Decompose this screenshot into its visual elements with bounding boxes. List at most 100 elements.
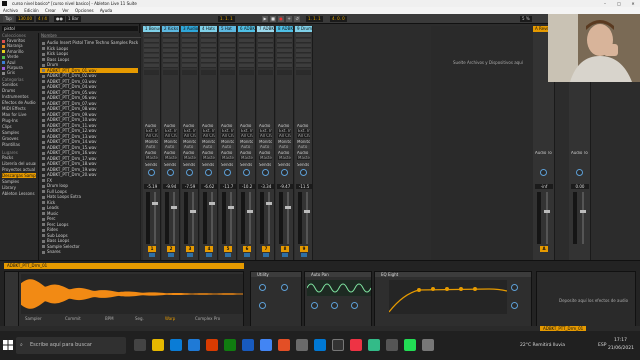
track-title[interactable]: 5 Hat: [219, 26, 237, 32]
clip-slot[interactable]: [144, 49, 160, 53]
track-title[interactable]: 4 Hats: [200, 26, 218, 32]
edge-icon[interactable]: [170, 339, 182, 351]
solo-button[interactable]: [206, 253, 212, 257]
waveform-display[interactable]: [21, 274, 243, 314]
audio-from-select[interactable]: Ext. In: [183, 129, 197, 133]
volume-fader[interactable]: [230, 192, 232, 244]
solo-button[interactable]: [263, 253, 269, 257]
clip-slot[interactable]: [277, 34, 293, 38]
loop-start-field[interactable]: 1. 1. 1: [306, 16, 323, 22]
track-activator-button[interactable]: 5: [224, 246, 232, 252]
clip-title-bar[interactable]: ADBKT_PTT_Drm_01: [4, 263, 244, 269]
category-item[interactable]: Efectos de Audio: [2, 100, 36, 105]
volume-readout[interactable]: -inf: [535, 184, 553, 189]
send-knob[interactable]: [576, 169, 583, 176]
clip-slot[interactable]: [220, 44, 236, 48]
volume-fader[interactable]: [192, 192, 194, 244]
audio-to-select[interactable]: Master: [183, 156, 197, 160]
volume-readout[interactable]: -5.19: [144, 184, 161, 189]
volume-fader[interactable]: [582, 192, 584, 244]
loop-length-field[interactable]: 4. 0. 0: [330, 16, 347, 22]
menu-ver[interactable]: Ver: [62, 8, 69, 13]
audio-to-select[interactable]: Master: [164, 156, 178, 160]
solo-button[interactable]: [187, 253, 193, 257]
clip-slot[interactable]: [296, 44, 312, 48]
name-column-header[interactable]: Nombre: [41, 33, 141, 38]
clip-slot[interactable]: [163, 49, 179, 53]
monitor-auto-button[interactable]: Auto: [278, 145, 292, 149]
width-knob[interactable]: [281, 284, 288, 291]
volume-fader[interactable]: [306, 192, 308, 244]
file-explorer-icon[interactable]: [152, 339, 164, 351]
clip-slot[interactable]: [144, 64, 160, 68]
volume-fader[interactable]: [249, 192, 251, 244]
clip-slot[interactable]: [296, 49, 312, 53]
store-icon[interactable]: [188, 339, 200, 351]
effects-drop-area[interactable]: Deposite aquí los efectos de audio: [536, 271, 636, 327]
solo-button[interactable]: [282, 253, 288, 257]
clip-slot[interactable]: [258, 54, 274, 58]
audio-to-select[interactable]: Master: [259, 156, 273, 160]
send-a-knob[interactable]: [243, 169, 250, 176]
clip-slot[interactable]: [201, 39, 217, 43]
app-icon[interactable]: [386, 339, 398, 351]
windows-start-icon[interactable]: [3, 340, 13, 350]
clip-slot[interactable]: [201, 54, 217, 58]
clip-slot[interactable]: [239, 49, 255, 53]
clip-slot[interactable]: [182, 39, 198, 43]
monitor-auto-button[interactable]: Auto: [145, 145, 159, 149]
clip-param-2[interactable]: Commit: [65, 316, 81, 321]
menu-ayuda[interactable]: Ayuda: [100, 8, 112, 13]
send-a-knob[interactable]: [167, 169, 174, 176]
clip-slot[interactable]: [201, 49, 217, 53]
clip-slot[interactable]: [258, 59, 274, 63]
gain-knob[interactable]: [259, 284, 266, 291]
volume-readout[interactable]: 0.00: [571, 184, 589, 189]
channel-select[interactable]: All Channels: [259, 134, 273, 138]
autopan-title[interactable]: Auto Pan: [305, 272, 371, 277]
app-icon[interactable]: [368, 339, 380, 351]
app-icon[interactable]: [278, 339, 290, 351]
collection-gris[interactable]: Gris: [2, 70, 36, 75]
monitor-auto-button[interactable]: Auto: [164, 145, 178, 149]
clip-slot[interactable]: [144, 54, 160, 58]
clip-slot[interactable]: [220, 34, 236, 38]
app-icon[interactable]: [296, 339, 308, 351]
channel-select[interactable]: All Channels: [164, 134, 178, 138]
place-item[interactable]: Proyectos actual: [2, 167, 36, 172]
overdub-icon[interactable]: +: [286, 16, 292, 22]
track-title[interactable]: 1 Bonus: [143, 26, 161, 32]
track-activator-button[interactable]: 2: [167, 246, 175, 252]
audio-from-select[interactable]: Ext. In: [145, 129, 159, 133]
track-activator-button[interactable]: 1: [148, 246, 156, 252]
fader-cap[interactable]: [228, 206, 234, 209]
channel-select[interactable]: All Channels: [240, 134, 254, 138]
audio-from-select[interactable]: Ext. In: [297, 129, 311, 133]
clip-stop-button[interactable]: [277, 70, 293, 75]
track-title[interactable]: 3 Audio 2: [181, 26, 199, 32]
clip-slot[interactable]: [220, 39, 236, 43]
clip-stop-button[interactable]: [182, 70, 198, 75]
category-item[interactable]: Grooves: [2, 136, 36, 141]
audio-to-select[interactable]: Master: [278, 156, 292, 160]
menu-edicion[interactable]: Edición: [24, 8, 38, 13]
fader-cap[interactable]: [304, 210, 310, 213]
volume-fader[interactable]: [211, 192, 213, 244]
solo-button[interactable]: [301, 253, 307, 257]
app-icon[interactable]: [404, 339, 416, 351]
audio-to-select[interactable]: Master: [240, 156, 254, 160]
category-item[interactable]: Drums: [2, 88, 36, 93]
channel-select[interactable]: All Channels: [145, 134, 159, 138]
list-item[interactable]: Snares: [40, 249, 138, 255]
app-icon[interactable]: [350, 339, 362, 351]
channel-select[interactable]: All Channels: [202, 134, 216, 138]
clip-slot[interactable]: [296, 54, 312, 58]
solo-button[interactable]: [225, 253, 231, 257]
send-a-knob[interactable]: [262, 169, 269, 176]
channel-select[interactable]: All Channels: [278, 134, 292, 138]
volume-fader[interactable]: [173, 192, 175, 244]
clip-slot[interactable]: [144, 34, 160, 38]
volume-readout[interactable]: -3.34: [258, 184, 275, 189]
arrangement-position[interactable]: 1. 1. 1: [218, 16, 235, 22]
utility-title[interactable]: Utility: [251, 272, 301, 277]
